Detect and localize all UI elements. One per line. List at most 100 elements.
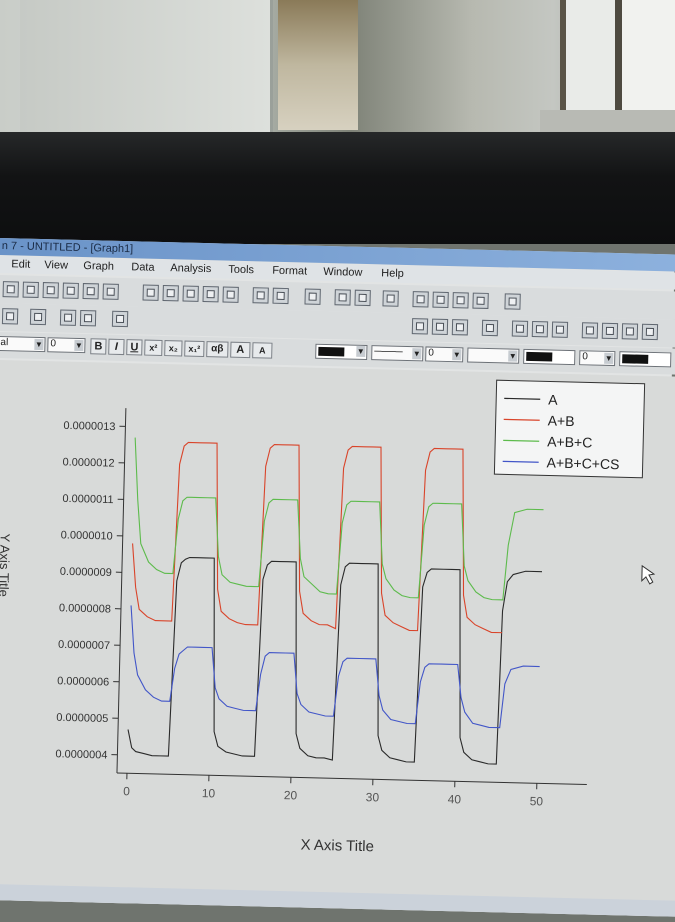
series-layer — [127, 438, 545, 766]
zoom-out-icon[interactable] — [432, 319, 448, 335]
x-tick-label: 10 — [202, 786, 216, 800]
clock-icon[interactable] — [642, 324, 658, 340]
text-style-buttons: B I U x² x₂ x₁² αβ A A — [90, 338, 290, 359]
door — [20, 0, 273, 132]
print-icon[interactable] — [304, 288, 320, 304]
font-select[interactable]: al ▼ — [0, 336, 46, 352]
legend-label: A — [548, 391, 558, 407]
save-project-icon[interactable] — [202, 286, 218, 302]
import-multiple-icon[interactable] — [272, 288, 288, 304]
menu-edit[interactable]: Edit — [11, 258, 30, 270]
tile-horizontal-icon[interactable] — [512, 321, 528, 337]
color-swatch — [526, 352, 552, 362]
y-tick-label: 0.0000010 — [61, 529, 113, 542]
new-function-icon[interactable] — [83, 283, 99, 299]
data-reader-icon[interactable] — [80, 310, 96, 326]
color-swatch — [318, 347, 344, 357]
worksheet-icon[interactable] — [582, 322, 598, 338]
duplicate-icon[interactable] — [354, 290, 370, 306]
open-template-icon[interactable] — [163, 285, 179, 301]
x-tick-label: 50 — [530, 794, 544, 808]
decrease-font-button[interactable]: A — [252, 342, 272, 358]
greek-button[interactable]: αβ — [206, 341, 228, 358]
font-color-select[interactable]: ▼ — [315, 344, 367, 360]
new-layout-icon[interactable] — [103, 284, 119, 300]
chevron-down-icon: ▼ — [452, 349, 461, 360]
menu-data[interactable]: Data — [131, 261, 155, 274]
supsub-button[interactable]: x₁² — [184, 341, 204, 357]
hand-icon[interactable] — [60, 309, 76, 325]
legend[interactable]: AA+BA+B+CA+B+C+CS — [494, 380, 644, 478]
font-size-select[interactable]: 0 ▼ — [47, 337, 85, 353]
line-color-select[interactable] — [523, 349, 575, 365]
superscript-button[interactable]: x² — [144, 340, 162, 356]
chevron-down-icon: ▼ — [74, 340, 83, 351]
underline-button[interactable]: U — [126, 339, 142, 355]
menu-help[interactable]: Help — [381, 267, 404, 280]
y-axis: 0.00000040.00000050.00000060.00000070.00… — [55, 420, 125, 762]
refresh-icon[interactable] — [334, 289, 350, 305]
new-project-icon[interactable] — [3, 281, 19, 297]
code-builder-icon[interactable] — [472, 293, 488, 309]
whole-page-icon[interactable] — [452, 319, 468, 335]
save-template-icon[interactable] — [222, 286, 238, 302]
info-icon[interactable] — [622, 323, 638, 339]
rescale-icon[interactable] — [482, 320, 498, 336]
new-matrix-icon[interactable] — [63, 283, 79, 299]
graph-window[interactable]: 0.00000040.00000050.00000060.00000070.00… — [0, 360, 675, 917]
project-explorer-icon[interactable] — [382, 290, 398, 306]
x-axis-title[interactable]: X Axis Title — [300, 837, 374, 856]
chevron-down-icon: ▼ — [412, 348, 421, 359]
menu-analysis[interactable]: Analysis — [170, 262, 211, 275]
y-tick-label: 0.0000012 — [62, 456, 114, 469]
new-graph-icon[interactable] — [43, 282, 59, 298]
y-tick-label: 0.0000009 — [60, 566, 112, 579]
window — [560, 0, 675, 110]
menu-graph[interactable]: Graph — [83, 260, 114, 273]
fill-color-select[interactable] — [619, 351, 671, 367]
open-icon[interactable] — [143, 285, 159, 301]
zoom-in-icon[interactable] — [412, 318, 428, 334]
color-swatch — [622, 354, 648, 364]
tile-vertical-icon[interactable] — [532, 321, 548, 337]
italic-button[interactable]: I — [108, 339, 124, 355]
script-window-icon[interactable] — [432, 292, 448, 308]
x-tick-label: 20 — [284, 788, 298, 802]
results-log-icon[interactable] — [412, 291, 428, 307]
y-tick-label: 0.0000007 — [58, 639, 110, 652]
y-axis-title[interactable]: Y Axis Title — [0, 533, 13, 597]
menu-window[interactable]: Window — [323, 266, 362, 279]
new-worksheet-icon[interactable] — [23, 282, 39, 298]
series-line-0 — [127, 556, 542, 765]
bold-button[interactable]: B — [90, 338, 106, 354]
y-tick-label: 0.0000006 — [57, 675, 109, 688]
line-width-select[interactable]: 0 ▼ — [425, 346, 463, 362]
line-style-select[interactable]: ──── ▼ — [371, 345, 423, 361]
open-excel-icon[interactable] — [183, 285, 199, 301]
menu-tools[interactable]: Tools — [228, 264, 254, 277]
matrix-icon[interactable] — [602, 323, 618, 339]
menu-view[interactable]: View — [44, 259, 68, 272]
screen: n 7 - UNTITLED - [Graph1] Edit View Grap… — [0, 238, 675, 916]
import-ascii-icon[interactable] — [252, 287, 268, 303]
chevron-down-icon: ▼ — [604, 353, 613, 364]
fill-pattern-select[interactable]: ▼ — [467, 347, 519, 363]
layer-icon[interactable] — [30, 309, 46, 325]
legend-label: A+B — [548, 412, 575, 429]
add-new-columns-icon[interactable] — [504, 293, 520, 309]
mouse-cursor-icon — [642, 566, 654, 584]
y-tick-label: 0.0000004 — [55, 748, 107, 761]
line-style-sample: ──── — [374, 346, 403, 358]
pattern-select[interactable]: 0 ▼ — [579, 350, 615, 366]
menu-format[interactable]: Format — [272, 265, 307, 278]
x-tick-label: 40 — [448, 792, 462, 806]
cascade-icon[interactable] — [552, 322, 568, 338]
chevron-down-icon: ▼ — [34, 339, 43, 350]
increase-font-button[interactable]: A — [230, 342, 250, 358]
series-line-3 — [128, 605, 541, 728]
arrange-layers-icon[interactable] — [112, 311, 128, 327]
command-window-icon[interactable] — [452, 292, 468, 308]
x-tick-label: 0 — [123, 784, 130, 798]
subscript-button[interactable]: x₂ — [164, 340, 182, 356]
zoom-icon[interactable] — [2, 308, 18, 324]
